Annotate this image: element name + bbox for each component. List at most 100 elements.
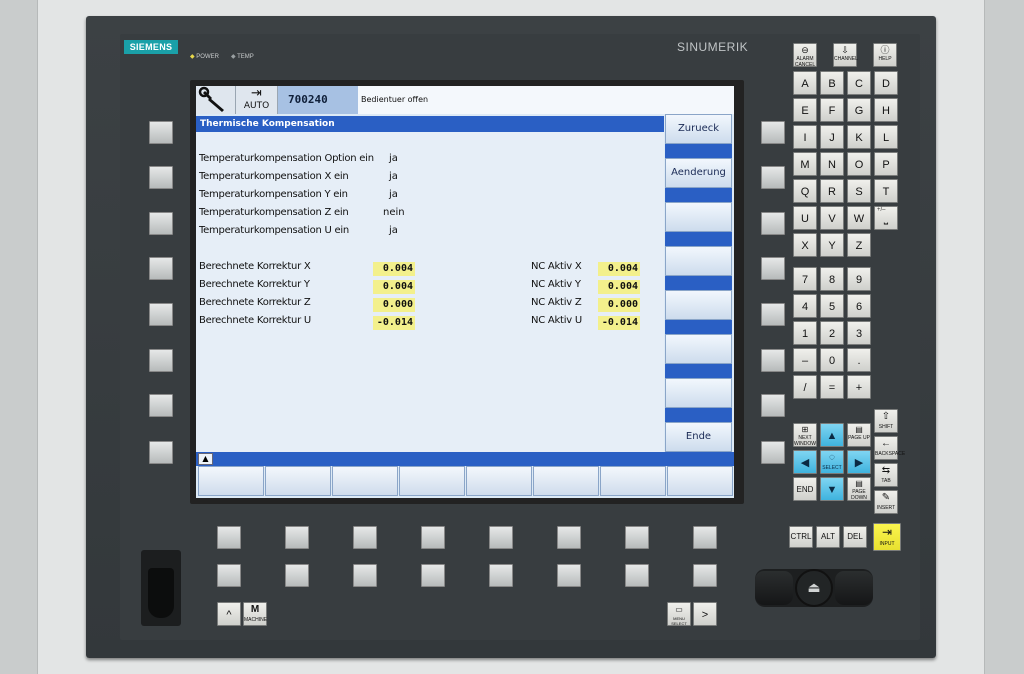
recall-button[interactable]: ^ — [217, 602, 241, 626]
key-n[interactable]: N — [820, 152, 844, 176]
key-9[interactable]: 9 — [847, 267, 871, 291]
key-minus[interactable]: – — [793, 348, 817, 372]
backspace-button[interactable]: ← BACKSPACE — [874, 436, 905, 460]
key-k[interactable]: K — [847, 125, 871, 149]
key-x[interactable]: X — [793, 233, 817, 257]
alarm-cancel-button[interactable]: ⊖ ALARM CANCEL — [793, 43, 817, 68]
key-slash[interactable]: / — [793, 375, 817, 399]
key-equals[interactable]: = — [820, 375, 844, 399]
key-w[interactable]: W — [847, 206, 871, 230]
bottom-softkey-4[interactable] — [421, 526, 445, 549]
cursor-down-button[interactable]: ▼ — [820, 477, 844, 501]
left-softkey-5[interactable] — [149, 303, 173, 326]
bottom-softkey-14[interactable] — [557, 564, 581, 587]
h-softkey-6[interactable] — [533, 466, 599, 496]
tab-button[interactable]: ⇆ TAB — [874, 463, 898, 487]
softkey-aenderung[interactable]: Aenderung — [665, 158, 732, 188]
key-b[interactable]: B — [820, 71, 844, 95]
shift-button[interactable]: ⇧ SHIFT — [874, 409, 898, 433]
menu-select-button[interactable]: ▭ MENU SELECT — [667, 602, 691, 626]
key-5[interactable]: 5 — [820, 294, 844, 318]
key-e[interactable]: E — [793, 98, 817, 122]
bottom-softkey-6[interactable] — [557, 526, 581, 549]
left-softkey-1[interactable] — [149, 121, 173, 144]
h-softkey-8[interactable] — [667, 466, 733, 496]
key-0[interactable]: 0 — [820, 348, 844, 372]
softkey-3[interactable] — [665, 202, 732, 232]
right-softkey-1[interactable] — [761, 121, 785, 144]
insert-button[interactable]: ✎ INSERT — [874, 490, 898, 514]
h-softkey-2[interactable] — [265, 466, 331, 496]
h-softkey-1[interactable] — [198, 466, 264, 496]
softkey-7[interactable] — [665, 378, 732, 408]
cursor-left-button[interactable]: ◀ — [793, 450, 817, 474]
alt-button[interactable]: ALT — [816, 526, 840, 548]
h-softkey-7[interactable] — [600, 466, 666, 496]
bottom-softkey-1[interactable] — [217, 526, 241, 549]
cursor-right-button[interactable]: ▶ — [847, 450, 871, 474]
key-2[interactable]: 2 — [820, 321, 844, 345]
h-softkey-3[interactable] — [332, 466, 398, 496]
key-7[interactable]: 7 — [793, 267, 817, 291]
right-softkey-6[interactable] — [761, 349, 785, 372]
key-plus[interactable]: + — [847, 375, 871, 399]
key-m[interactable]: M — [793, 152, 817, 176]
h-softkey-5[interactable] — [466, 466, 532, 496]
key-o[interactable]: O — [847, 152, 871, 176]
right-softkey-7[interactable] — [761, 394, 785, 417]
left-softkey-3[interactable] — [149, 212, 173, 235]
bottom-softkey-8[interactable] — [693, 526, 717, 549]
left-softkey-6[interactable] — [149, 349, 173, 372]
key-dot[interactable]: . — [847, 348, 871, 372]
key-y[interactable]: Y — [820, 233, 844, 257]
key-g[interactable]: G — [847, 98, 871, 122]
left-softkey-2[interactable] — [149, 166, 173, 189]
key-6[interactable]: 6 — [847, 294, 871, 318]
left-softkey-8[interactable] — [149, 441, 173, 464]
key-u[interactable]: U — [793, 206, 817, 230]
key-h[interactable]: H — [874, 98, 898, 122]
key-l[interactable]: L — [874, 125, 898, 149]
right-softkey-8[interactable] — [761, 441, 785, 464]
handwheel-center-icon[interactable]: ⏏ — [795, 569, 833, 607]
bottom-softkey-7[interactable] — [625, 526, 649, 549]
right-softkey-5[interactable] — [761, 303, 785, 326]
bottom-softkey-16[interactable] — [693, 564, 717, 587]
select-button[interactable]: ◌ SELECT — [820, 450, 844, 474]
machine-button[interactable]: M MACHINE — [243, 602, 267, 626]
bottom-softkey-5[interactable] — [489, 526, 513, 549]
left-softkey-7[interactable] — [149, 394, 173, 417]
del-button[interactable]: DEL — [843, 526, 867, 548]
key-space[interactable]: +/– ⎵ — [874, 206, 898, 230]
channel-button[interactable]: ⇩ CHANNEL — [833, 43, 858, 67]
help-button[interactable]: ⓘ HELP — [873, 43, 897, 67]
key-a[interactable]: A — [793, 71, 817, 95]
right-softkey-4[interactable] — [761, 257, 785, 280]
key-i[interactable]: I — [793, 125, 817, 149]
bottom-softkey-15[interactable] — [625, 564, 649, 587]
page-up-button[interactable]: ▤ PAGE UP — [847, 423, 871, 447]
key-4[interactable]: 4 — [793, 294, 817, 318]
key-8[interactable]: 8 — [820, 267, 844, 291]
softkey-ende[interactable]: Ende — [665, 422, 732, 452]
handwheel-left-button[interactable] — [755, 571, 793, 605]
right-softkey-2[interactable] — [761, 166, 785, 189]
input-button[interactable]: ⇥ INPUT — [873, 523, 901, 551]
cursor-up-button[interactable]: ▲ — [820, 423, 844, 447]
key-r[interactable]: R — [820, 179, 844, 203]
key-c[interactable]: C — [847, 71, 871, 95]
wrench-icon[interactable] — [196, 86, 236, 114]
key-z[interactable]: Z — [847, 233, 871, 257]
key-p[interactable]: P — [874, 152, 898, 176]
page-down-button[interactable]: ▤ PAGE DOWN — [847, 477, 871, 501]
key-f[interactable]: F — [820, 98, 844, 122]
key-d[interactable]: D — [874, 71, 898, 95]
softkey-6[interactable] — [665, 334, 732, 364]
key-3[interactable]: 3 — [847, 321, 871, 345]
ctrl-button[interactable]: CTRL — [789, 526, 813, 548]
bottom-softkey-12[interactable] — [421, 564, 445, 587]
bottom-softkey-3[interactable] — [353, 526, 377, 549]
key-t[interactable]: T — [874, 179, 898, 203]
key-switch[interactable] — [141, 550, 181, 626]
scroll-up-icon[interactable]: ▲ — [198, 453, 213, 465]
